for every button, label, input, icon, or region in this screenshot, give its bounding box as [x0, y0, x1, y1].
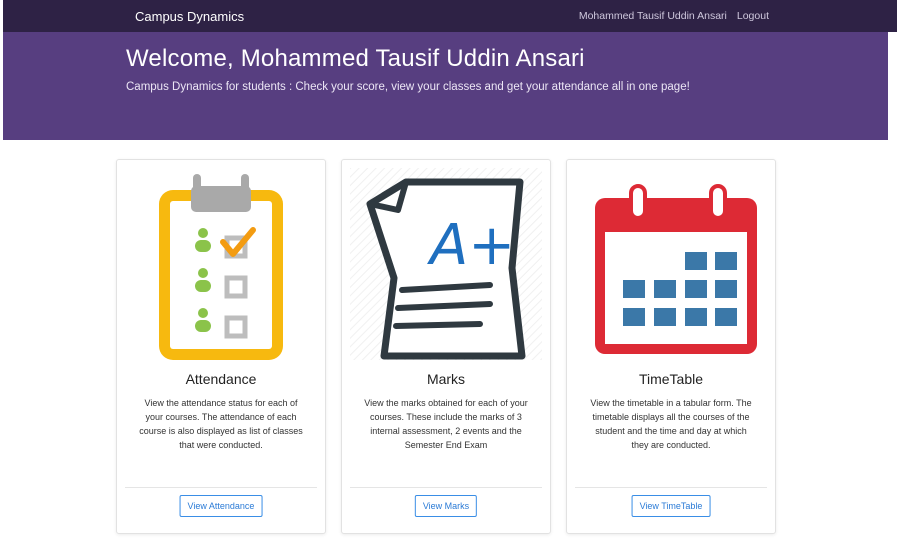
- navbar: Campus Dynamics Mohammed Tausif Uddin An…: [3, 0, 897, 32]
- view-timetable-button[interactable]: View TimeTable: [631, 495, 711, 517]
- card-description: View the attendance status for each of y…: [139, 398, 303, 450]
- grade-paper-icon: A+: [350, 168, 542, 360]
- logout-link[interactable]: Logout: [737, 10, 769, 22]
- marks-card: A+ Marks View the marks obtained for eac…: [341, 159, 551, 534]
- card-description: View the marks obtained for each of your…: [364, 398, 528, 450]
- card-title: TimeTable: [638, 371, 704, 387]
- card-footer: View Attendance: [125, 487, 317, 534]
- brand-link[interactable]: Campus Dynamics: [135, 9, 244, 24]
- calendar-icon: [595, 184, 757, 354]
- user-name-link[interactable]: Mohammed Tausif Uddin Ansari: [579, 10, 727, 22]
- view-attendance-button[interactable]: View Attendance: [179, 495, 263, 517]
- attendance-card: Attendance View the attendance status fo…: [116, 159, 326, 534]
- grade-text: A+: [427, 213, 515, 278]
- view-marks-button[interactable]: View Marks: [414, 495, 478, 517]
- hero-subtitle: Campus Dynamics for students : Check you…: [126, 81, 690, 93]
- card-title: Marks: [426, 371, 466, 387]
- card-description: View the timetable in a tabular form. Th…: [590, 398, 752, 450]
- timetable-card: TimeTable View the timetable in a tabula…: [566, 159, 776, 534]
- clipboard-checklist-icon: [159, 174, 283, 360]
- card-footer: View TimeTable: [575, 487, 767, 534]
- welcome-title: Welcome, Mohammed Tausif Uddin Ansari: [126, 45, 585, 72]
- card-footer: View Marks: [350, 487, 542, 534]
- hero-banner: Welcome, Mohammed Tausif Uddin Ansari Ca…: [3, 32, 888, 140]
- card-title: Attendance: [185, 371, 257, 387]
- navbar-right: Mohammed Tausif Uddin Ansari Logout: [579, 10, 769, 22]
